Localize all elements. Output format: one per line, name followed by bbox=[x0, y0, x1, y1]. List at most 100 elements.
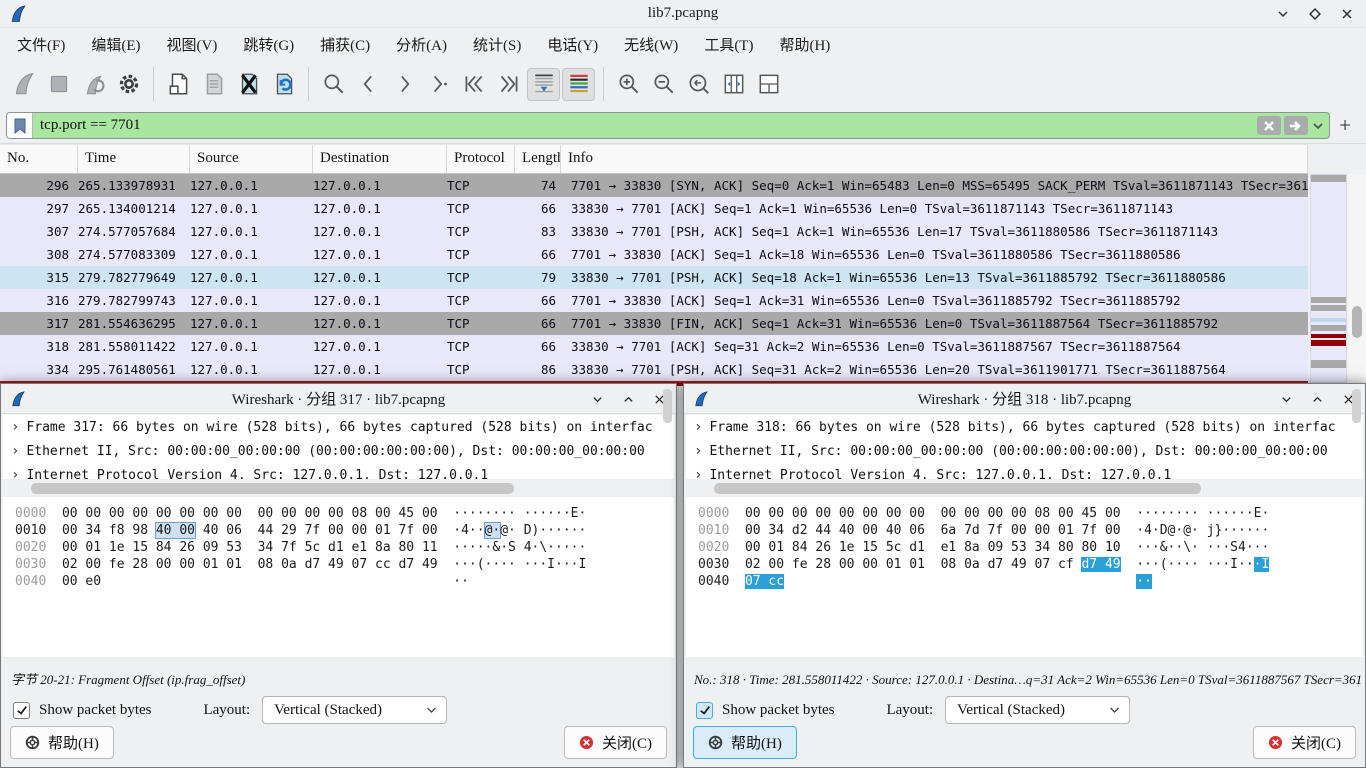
packet-row-296[interactable]: 296265.133978931127.0.0.1127.0.0.1TCP747… bbox=[0, 174, 1308, 197]
zoom-out-icon[interactable] bbox=[647, 68, 680, 101]
menu-item-6[interactable]: 统计(S) bbox=[460, 30, 534, 59]
tree-row-0[interactable]: Frame 317: 66 bytes on wire (528 bits), … bbox=[3, 415, 674, 439]
colorize-icon[interactable] bbox=[562, 68, 595, 101]
show-packet-bytes-checkbox[interactable] bbox=[13, 702, 30, 719]
tree-row-1[interactable]: Ethernet II, Src: 00:00:00_00:00:00 (00:… bbox=[3, 439, 674, 463]
minimize-icon[interactable] bbox=[1274, 5, 1292, 23]
save-file-icon[interactable] bbox=[197, 68, 230, 101]
tree-row-2[interactable]: Internet Protocol Version 4, Src: 127.0.… bbox=[3, 463, 674, 479]
column-header-destination[interactable]: Destination bbox=[313, 145, 447, 173]
apply-filter-icon[interactable] bbox=[1284, 116, 1308, 135]
show-packet-bytes-checkbox[interactable] bbox=[696, 702, 713, 719]
tree-horizontal-scrollbar[interactable] bbox=[686, 481, 1363, 496]
menu-item-5[interactable]: 分析(A) bbox=[383, 30, 460, 59]
bookmark-icon[interactable] bbox=[7, 113, 33, 138]
open-file-icon[interactable] bbox=[162, 68, 195, 101]
add-filter-button[interactable]: + bbox=[1330, 113, 1360, 138]
menu-item-1[interactable]: 编辑(E) bbox=[78, 30, 153, 59]
dialog-title: Wireshark · 分组 317 · lib7.pcapng bbox=[1, 388, 676, 409]
minimize-icon[interactable] bbox=[1277, 390, 1295, 408]
tree-horizontal-scrollbar[interactable] bbox=[3, 481, 674, 496]
tree-row-0[interactable]: Frame 318: 66 bytes on wire (528 bits), … bbox=[686, 415, 1363, 439]
close-button[interactable]: 关闭(C) bbox=[1253, 726, 1356, 759]
packet-row-315[interactable]: 315279.782779649127.0.0.1127.0.0.1TCP793… bbox=[0, 266, 1308, 289]
minimize-icon[interactable] bbox=[588, 390, 606, 408]
packet-bytes-pane[interactable]: 000000 00 00 00 00 00 00 00 00 00 00 00 … bbox=[686, 497, 1363, 657]
scrollbar-thumb[interactable] bbox=[1352, 306, 1362, 338]
column-header-length[interactable]: Length bbox=[515, 145, 561, 173]
menu-item-0[interactable]: 文件(F) bbox=[4, 30, 78, 59]
hex-row-0010[interactable]: 001000 34 d2 44 40 00 40 06 6a 7d 7f 00 … bbox=[686, 522, 1363, 539]
go-first-icon[interactable] bbox=[457, 68, 490, 101]
filter-history-caret-icon[interactable] bbox=[1311, 116, 1325, 135]
help-button[interactable]: 帮助(H) bbox=[693, 726, 797, 759]
menu-item-3[interactable]: 跳转(G) bbox=[230, 30, 307, 59]
show-packet-bytes-label: Show packet bytes bbox=[39, 702, 151, 719]
expander-icon bbox=[3, 444, 26, 459]
find-packet-icon[interactable] bbox=[317, 68, 350, 101]
close-file-icon[interactable] bbox=[232, 68, 265, 101]
hex-row-0030[interactable]: 003002 00 fe 28 00 00 01 01 08 0a d7 49 … bbox=[3, 556, 674, 573]
auto-scroll-icon[interactable] bbox=[527, 68, 560, 101]
column-header-time[interactable]: Time bbox=[78, 145, 190, 173]
hex-row-0040[interactable]: 004007 cc ·· bbox=[686, 573, 1363, 590]
packet-row-318[interactable]: 318281.558011422127.0.0.1127.0.0.1TCP663… bbox=[0, 335, 1308, 358]
column-header-info[interactable]: Info bbox=[561, 145, 1308, 173]
zoom-in-icon[interactable] bbox=[612, 68, 645, 101]
help-button[interactable]: 帮助(H) bbox=[10, 726, 114, 759]
tree-scrollbar-thumb[interactable] bbox=[1352, 389, 1361, 423]
layout-select[interactable]: Vertical (Stacked) bbox=[945, 696, 1130, 724]
close-icon[interactable] bbox=[1338, 5, 1356, 23]
packet-row-334[interactable]: 334295.761480561127.0.0.1127.0.0.1TCP863… bbox=[0, 358, 1308, 381]
filter-expression[interactable]: tcp.port == 7701 bbox=[33, 117, 1257, 134]
menu-item-4[interactable]: 捕获(C) bbox=[307, 30, 383, 59]
packet-list-scrollbar[interactable] bbox=[1348, 174, 1366, 383]
go-forward-icon[interactable] bbox=[387, 68, 420, 101]
hex-row-0020[interactable]: 002000 01 1e 15 84 26 09 53 34 7f 5c d1 … bbox=[3, 539, 674, 556]
hex-row-0040[interactable]: 004000 e0 ·· bbox=[3, 573, 674, 590]
packet-row-307[interactable]: 307274.577057684127.0.0.1127.0.0.1TCP833… bbox=[0, 220, 1308, 243]
reload-file-icon[interactable] bbox=[267, 68, 300, 101]
maximize-icon[interactable] bbox=[1308, 390, 1326, 408]
tree-row-1[interactable]: Ethernet II, Src: 00:00:00_00:00:00 (00:… bbox=[686, 439, 1363, 463]
go-last-icon[interactable] bbox=[492, 68, 525, 101]
go-to-packet-icon[interactable] bbox=[422, 68, 455, 101]
hex-row-0000[interactable]: 000000 00 00 00 00 00 00 00 00 00 00 00 … bbox=[686, 505, 1363, 522]
scrollbar-thumb[interactable] bbox=[31, 483, 514, 494]
scrollbar-thumb[interactable] bbox=[714, 483, 1201, 494]
capture-options-icon[interactable] bbox=[112, 68, 145, 101]
stop-capture-icon[interactable] bbox=[42, 68, 75, 101]
packet-row-316[interactable]: 316279.782799743127.0.0.1127.0.0.1TCP667… bbox=[0, 289, 1308, 312]
zoom-reset-icon[interactable] bbox=[682, 68, 715, 101]
display-filter-input[interactable]: tcp.port == 7701 bbox=[6, 112, 1330, 139]
menu-item-9[interactable]: 工具(T) bbox=[691, 30, 766, 59]
hex-row-0010[interactable]: 001000 34 f8 98 40 00 40 06 44 29 7f 00 … bbox=[3, 522, 674, 539]
close-button[interactable]: 关闭(C) bbox=[564, 726, 667, 759]
hex-row-0030[interactable]: 003002 00 fe 28 00 00 01 01 08 0a d7 49 … bbox=[686, 556, 1363, 573]
start-capture-icon[interactable] bbox=[7, 68, 40, 101]
packet-row-297[interactable]: 297265.134001214127.0.0.1127.0.0.1TCP663… bbox=[0, 197, 1308, 220]
menu-item-2[interactable]: 视图(V) bbox=[154, 30, 231, 59]
clear-filter-icon[interactable] bbox=[1257, 116, 1281, 135]
maximize-icon[interactable] bbox=[1306, 5, 1324, 23]
packet-row-308[interactable]: 308274.577083309127.0.0.1127.0.0.1TCP667… bbox=[0, 243, 1308, 266]
column-header-protocol[interactable]: Protocol bbox=[447, 145, 515, 173]
menu-item-10[interactable]: 帮助(H) bbox=[766, 30, 843, 59]
hex-row-0000[interactable]: 000000 00 00 00 00 00 00 00 00 00 00 00 … bbox=[3, 505, 674, 522]
column-header-no[interactable]: No. bbox=[0, 145, 78, 173]
packet-bytes-pane[interactable]: 000000 00 00 00 00 00 00 00 00 00 00 00 … bbox=[3, 497, 674, 657]
tree-scrollbar-thumb[interactable] bbox=[663, 389, 672, 423]
packet-row-317[interactable]: 317281.554636295127.0.0.1127.0.0.1TCP667… bbox=[0, 312, 1308, 335]
maximize-icon[interactable] bbox=[619, 390, 637, 408]
scroll-minimap[interactable] bbox=[1310, 174, 1347, 383]
layout-select[interactable]: Vertical (Stacked) bbox=[262, 696, 447, 724]
hex-row-0020[interactable]: 002000 01 84 26 1e 15 5c d1 e1 8a 09 53 … bbox=[686, 539, 1363, 556]
go-back-icon[interactable] bbox=[352, 68, 385, 101]
menu-item-8[interactable]: 无线(W) bbox=[611, 30, 691, 59]
tree-row-2[interactable]: Internet Protocol Version 4, Src: 127.0.… bbox=[686, 463, 1363, 479]
layout-123-icon[interactable] bbox=[752, 68, 785, 101]
resize-columns-icon[interactable] bbox=[717, 68, 750, 101]
menu-item-7[interactable]: 电话(Y) bbox=[534, 30, 611, 59]
column-header-source[interactable]: Source bbox=[190, 145, 313, 173]
restart-capture-icon[interactable] bbox=[77, 68, 110, 101]
